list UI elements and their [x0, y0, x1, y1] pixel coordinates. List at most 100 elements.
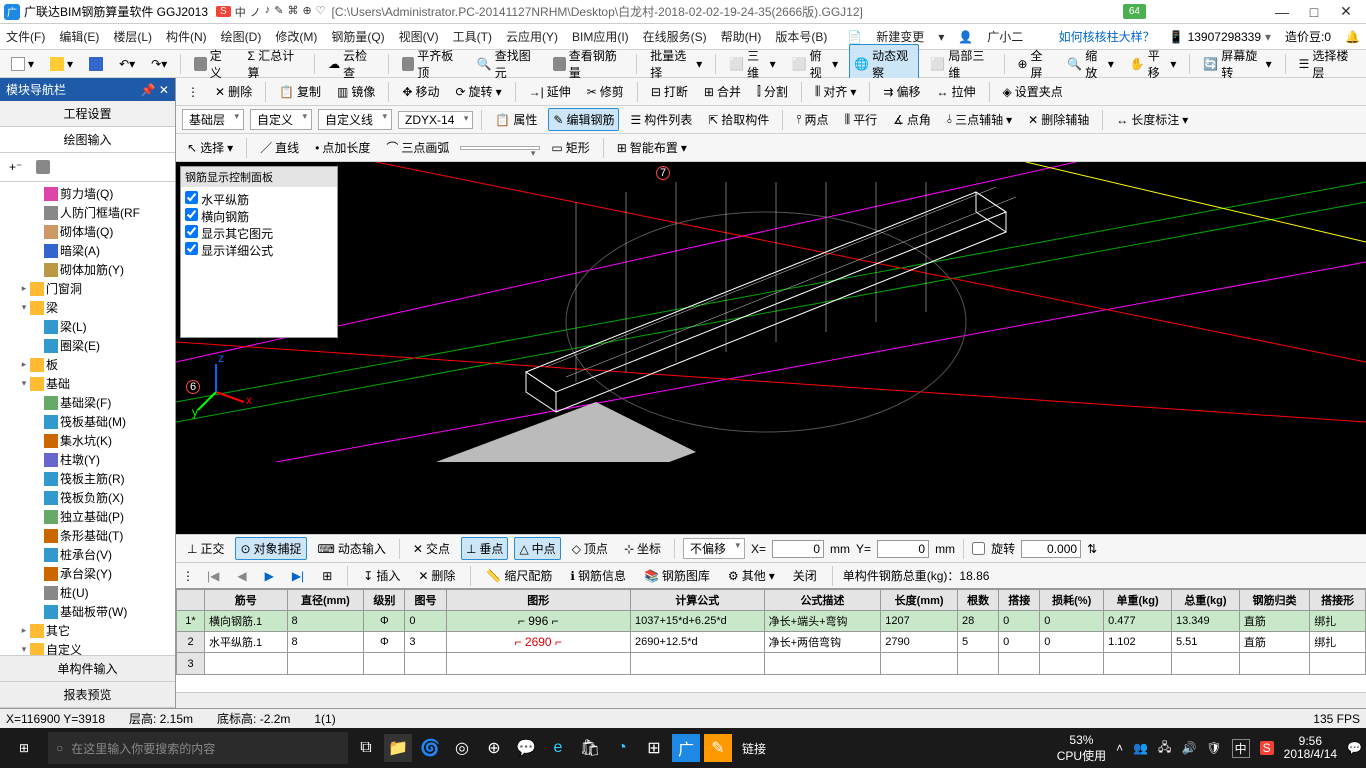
- snap-mid[interactable]: △中点: [514, 537, 560, 560]
- snap-int[interactable]: ✕交点: [408, 537, 455, 560]
- taskbar-ggj[interactable]: 广: [672, 734, 700, 762]
- menu-draw[interactable]: 绘图(D): [221, 28, 262, 45]
- col-header[interactable]: 单重(kg): [1104, 590, 1172, 611]
- comp-list-button[interactable]: ☰构件列表: [625, 108, 697, 131]
- handle-icon[interactable]: ⋮: [182, 82, 204, 102]
- tree-filter-button[interactable]: [31, 157, 55, 177]
- snap-coord[interactable]: ⊹坐标: [619, 537, 666, 560]
- align-button[interactable]: ⫼对齐▾: [810, 80, 862, 103]
- tree-item[interactable]: 剪力墙(Q): [2, 184, 173, 203]
- cpu-usage[interactable]: 53% CPU使用: [1057, 733, 1106, 764]
- taskbar-edge[interactable]: ◎: [448, 734, 476, 762]
- menu-version[interactable]: 版本号(B): [775, 28, 827, 45]
- rebar-display-panel[interactable]: 钢筋显示控制面板 水平纵筋 横向钢筋 显示其它图元 显示详细公式: [180, 166, 338, 338]
- new-file-button[interactable]: ▾: [6, 54, 39, 74]
- menu-bim[interactable]: BIM应用(I): [572, 28, 629, 45]
- smart-layout-button[interactable]: ⊞智能布置▾: [612, 136, 692, 159]
- component-tree[interactable]: 剪力墙(Q)人防门框墙(RF砌体墙(Q)暗梁(A)砌体加筋(Y)▸门窗洞▾梁梁(…: [0, 182, 175, 655]
- col-header[interactable]: 图号: [405, 590, 446, 611]
- redo-button[interactable]: ↷▾: [146, 54, 172, 74]
- copy-button[interactable]: 📋复制: [274, 80, 326, 103]
- tray-ime1[interactable]: 中: [1232, 739, 1250, 758]
- tray-people-icon[interactable]: 👥: [1133, 741, 1148, 755]
- menu-component[interactable]: 构件(N): [166, 28, 207, 45]
- user-name[interactable]: 广小二: [987, 28, 1023, 45]
- col-header[interactable]: 搭接形: [1310, 590, 1366, 611]
- tree-item[interactable]: 基础梁(F): [2, 393, 173, 412]
- col-header[interactable]: 总重(kg): [1171, 590, 1239, 611]
- rebar-grid[interactable]: 筋号直径(mm)级别图号图形计算公式公式描述长度(mm)根数搭接损耗(%)单重(…: [176, 588, 1366, 692]
- tree-item[interactable]: 基础板带(W): [2, 602, 173, 621]
- col-header[interactable]: 搭接: [999, 590, 1040, 611]
- osnap-toggle[interactable]: ⊙对象捕捉: [235, 537, 306, 560]
- floor-dropdown[interactable]: 基础层: [182, 109, 244, 130]
- mirror-button[interactable]: ▥镜像: [332, 80, 380, 103]
- help-link[interactable]: 如何核核柱大样？: [1059, 28, 1155, 45]
- point-angle-button[interactable]: ∡点角: [888, 108, 936, 131]
- taskbar-app6[interactable]: ⊞: [640, 734, 668, 762]
- nav-opt-button[interactable]: ⊞: [317, 566, 337, 586]
- rect-button[interactable]: ▭矩形: [546, 136, 594, 159]
- table-row[interactable]: 3: [177, 653, 1366, 675]
- taskbar-app7[interactable]: ✎: [704, 734, 732, 762]
- select-tool-button[interactable]: ↖选择▾: [182, 136, 238, 159]
- delete-row-button[interactable]: ✕删除: [413, 564, 460, 587]
- tab-single-input[interactable]: 单构件输入: [0, 656, 175, 682]
- tree-item[interactable]: 条形基础(T): [2, 526, 173, 545]
- taskbar-search[interactable]: ○ 在这里输入你要搜索的内容: [48, 732, 348, 764]
- col-header[interactable]: 损耗(%): [1040, 590, 1104, 611]
- tree-item[interactable]: 独立基础(P): [2, 507, 173, 526]
- move-button[interactable]: ✥移动: [397, 80, 444, 103]
- menu-help[interactable]: 帮助(H): [721, 28, 762, 45]
- sidebar-pin-icon[interactable]: 📌 ✕: [141, 83, 169, 97]
- type-dropdown[interactable]: 自定义线: [318, 109, 392, 130]
- table-row[interactable]: 1*横向钢筋.18Φ0 ⌐ 996 ⌐ 1037+15*d+6.25*d净长+端…: [177, 611, 1366, 632]
- save-button[interactable]: [84, 54, 108, 74]
- pick-comp-button[interactable]: ⇱拾取构件: [703, 108, 774, 131]
- col-header[interactable]: 级别: [364, 590, 405, 611]
- minimize-button[interactable]: —: [1266, 4, 1298, 20]
- ime-opt2[interactable]: ♪: [265, 4, 271, 20]
- extend-button[interactable]: →|延伸: [524, 80, 576, 103]
- menu-file[interactable]: 文件(F): [6, 28, 45, 45]
- dimension-button[interactable]: ↔长度标注▾: [1111, 108, 1193, 131]
- tree-item[interactable]: 砌体加筋(Y): [2, 260, 173, 279]
- insert-row-button[interactable]: ↧插入: [358, 564, 405, 587]
- break-button[interactable]: ⊟打断: [646, 80, 693, 103]
- tray-up-icon[interactable]: ˄: [1116, 741, 1123, 755]
- tree-item[interactable]: 桩(U): [2, 583, 173, 602]
- ime-opt3[interactable]: ✎: [274, 4, 283, 20]
- edit-rebar-button[interactable]: ✎编辑钢筋: [548, 108, 619, 131]
- col-header[interactable]: 公式描述: [764, 590, 881, 611]
- undo-button[interactable]: ↶▾: [114, 54, 140, 74]
- taskbar-app3[interactable]: ⊕: [480, 734, 508, 762]
- open-button[interactable]: ▾: [45, 54, 78, 74]
- category-dropdown[interactable]: 自定义: [250, 109, 312, 130]
- start-button[interactable]: ⊞: [4, 732, 44, 764]
- clock[interactable]: 9:562018/4/14: [1284, 735, 1337, 761]
- arc-button[interactable]: ⌒三点画弧: [381, 136, 454, 159]
- menu-online[interactable]: 在线服务(S): [643, 28, 707, 45]
- viewport-3d[interactable]: x y z 6 7 钢筋显示控制面板 水平纵筋 横向钢筋 显示其它图元 显示详细…: [176, 162, 1366, 534]
- three-point-axis-button[interactable]: ⫰三点辅轴▾: [942, 108, 1017, 131]
- point-len-button[interactable]: •点加长度: [310, 136, 375, 159]
- arc-dropdown[interactable]: [460, 146, 540, 150]
- next-button[interactable]: ▶: [260, 566, 279, 586]
- rebar-info-button[interactable]: ℹ钢筋信息: [565, 564, 631, 587]
- col-header[interactable]: 长度(mm): [881, 590, 958, 611]
- grip-icon[interactable]: ⋮: [182, 569, 194, 583]
- tree-item[interactable]: 圈梁(E): [2, 336, 173, 355]
- stepper-icon[interactable]: ⇅: [1087, 542, 1097, 556]
- two-point-button[interactable]: ⫯两点: [791, 108, 833, 131]
- menu-modify[interactable]: 修改(M): [275, 28, 317, 45]
- chk-hrebar[interactable]: 水平纵筋: [185, 191, 333, 208]
- stretch-button[interactable]: ↔拉伸: [931, 80, 980, 103]
- other-button[interactable]: ⚙其他▾: [723, 564, 780, 587]
- tree-item[interactable]: ▸其它: [2, 621, 173, 640]
- ime-badge[interactable]: S: [216, 6, 231, 17]
- menu-view[interactable]: 视图(V): [399, 28, 439, 45]
- dyninput-toggle[interactable]: ⌨动态输入: [313, 537, 391, 560]
- rebar-lib-button[interactable]: 📚钢筋图库: [639, 564, 715, 587]
- menu-rebar[interactable]: 钢筋量(Q): [331, 28, 384, 45]
- ime-opt6[interactable]: ♡: [316, 4, 326, 20]
